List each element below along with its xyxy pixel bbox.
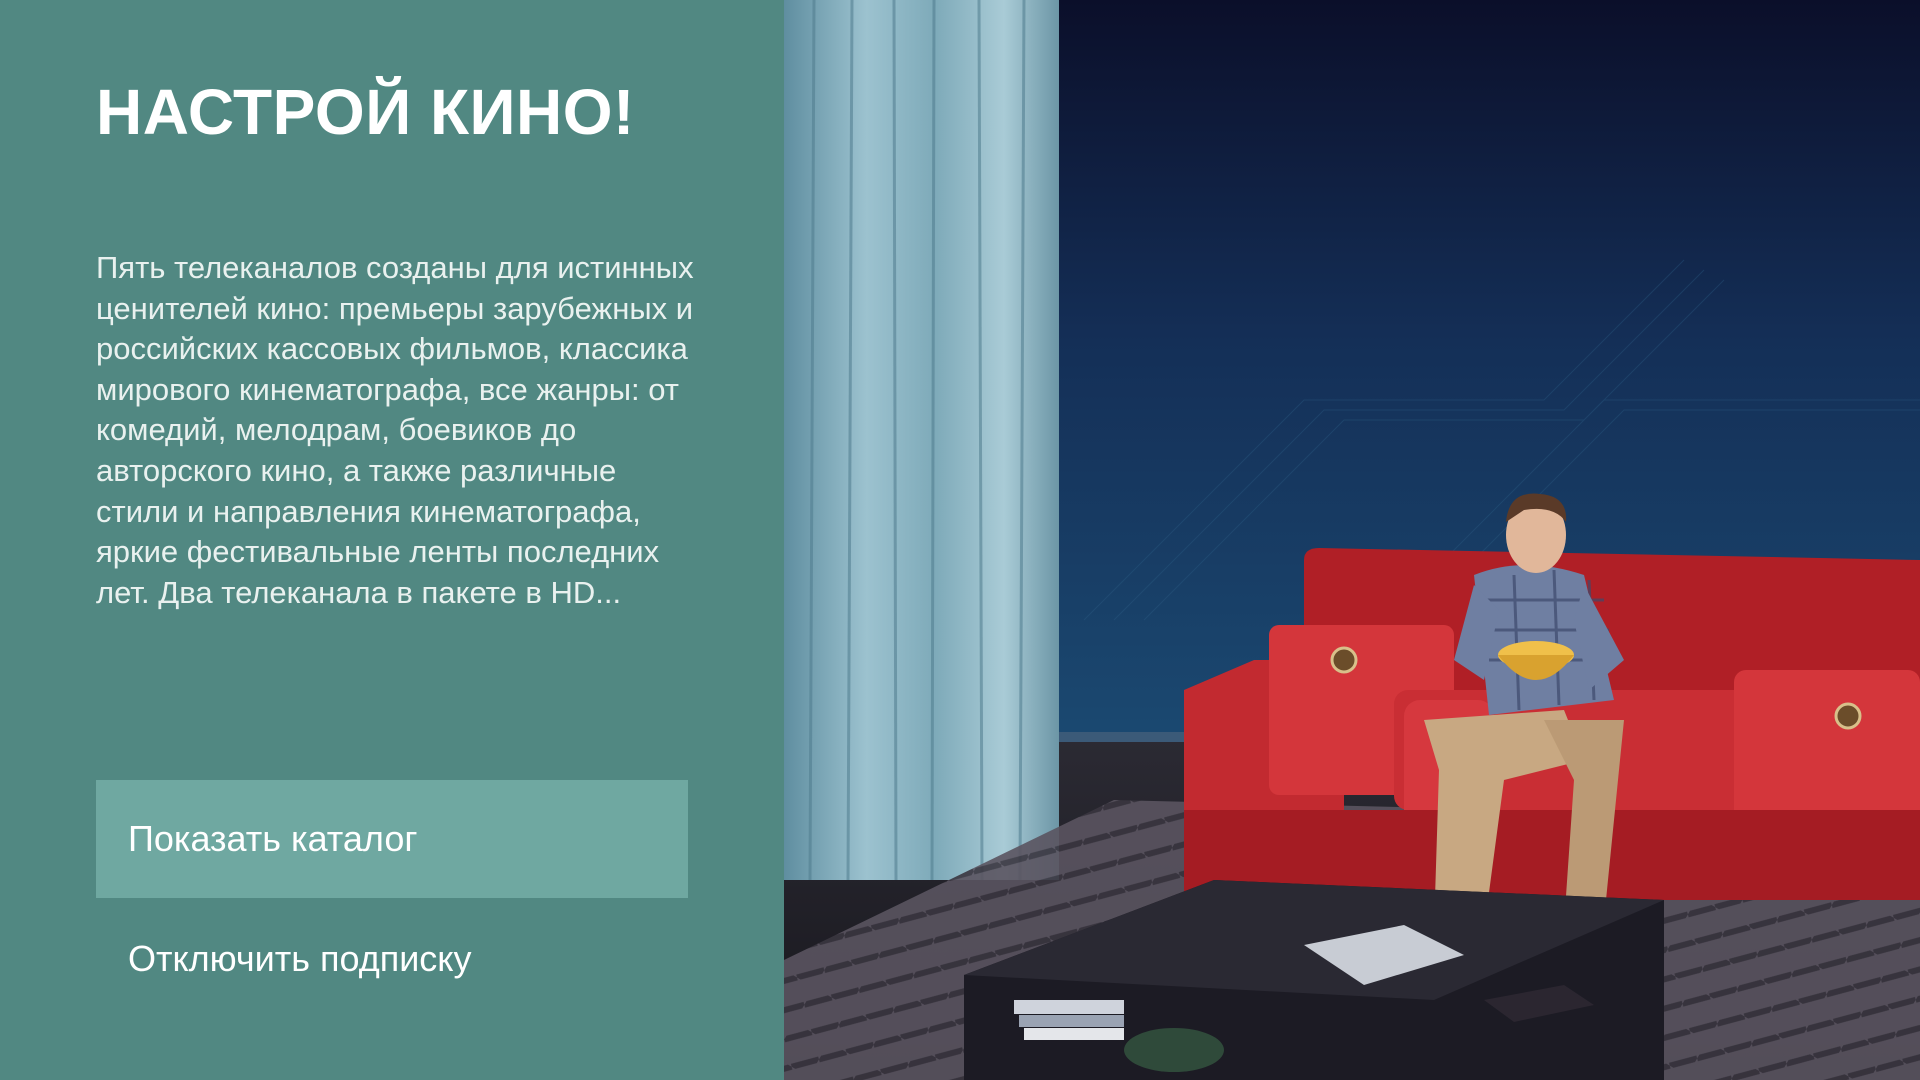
page-title: НАСТРОЙ КИНО! [96,76,635,148]
curtain [784,0,1059,881]
info-panel: НАСТРОЙ КИНО! Пять телеканалов созданы д… [0,0,784,1080]
show-catalog-button[interactable]: Показать каталог [96,780,688,898]
hero-illustration [784,0,1920,1080]
subscription-screen: НАСТРОЙ КИНО! Пять телеканалов созданы д… [0,0,1920,1080]
package-description: Пять телеканалов созданы для истинных це… [96,250,694,610]
hero-image [784,0,1920,1080]
unsubscribe-button[interactable]: Отключить подписку [96,900,688,1018]
